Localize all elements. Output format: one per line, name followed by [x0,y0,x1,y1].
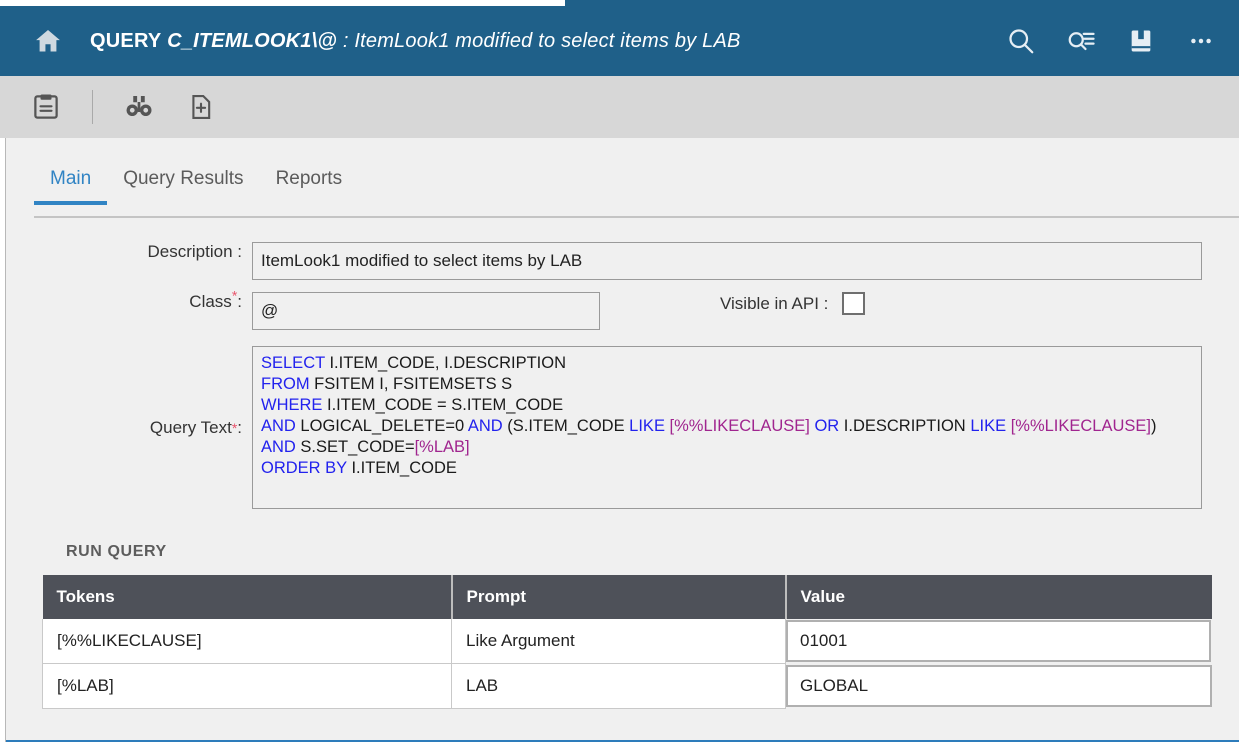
page-title-code: C_ITEMLOOK1\@ [167,30,337,52]
sql-text: LOGICAL_DELETE=0 [296,417,468,435]
sql-keyword: SELECT [261,354,325,372]
description-input[interactable] [252,242,1202,280]
sql-text: I.ITEM_CODE, I.DESCRIPTION [325,354,566,372]
sql-text: S.SET_CODE= [296,438,415,456]
cell-token: [%LAB] [43,664,452,709]
cell-value [786,664,1212,709]
class-label-colon: : [237,292,242,311]
query-text-line: SELECT I.ITEM_CODE, I.DESCRIPTION [261,353,1193,374]
sql-keyword: LIKE [629,417,665,435]
tokens-table-body: [%%LIKECLAUSE]Like Argument[%LAB]LAB [43,619,1212,709]
toolbar-divider [92,90,93,124]
query-text-label-text: Query Text [150,418,232,438]
cell-token: [%%LIKECLAUSE] [43,619,452,664]
sql-keyword: AND [261,438,296,456]
more-options-icon[interactable] [1185,25,1217,57]
sql-text: ) [1151,417,1157,435]
class-label: Class*: [6,292,252,312]
column-header-prompt: Prompt [452,575,786,619]
query-form: Description : Class*: Visible in API : Q… [6,216,1239,509]
run-query-button[interactable]: RUN QUERY [66,543,167,561]
query-text-line: FROM FSITEM I, FSITEMSETS S [261,374,1193,395]
binoculars-icon[interactable] [119,87,159,127]
advanced-search-icon[interactable] [1065,25,1097,57]
column-header-tokens: Tokens [43,575,452,619]
sql-text: (S.ITEM_CODE [503,417,630,435]
token-value-input[interactable] [786,620,1211,662]
cell-prompt: LAB [452,664,786,709]
tab-reports[interactable]: Reports [260,138,359,190]
tab-bar: Main Query Results Reports [6,138,1239,216]
app-header: QUERY C_ITEMLOOK1\@ : ItemLook1 modified… [0,6,1239,76]
tokens-table-header-row: Tokens Prompt Value [43,575,1212,619]
table-row: [%%LIKECLAUSE]Like Argument [43,619,1212,664]
query-text-label: Query Text*: [6,346,252,509]
sql-keyword: WHERE [261,396,322,414]
cell-value [786,619,1212,664]
main-content-panel: Main Query Results Reports Description :… [5,138,1239,742]
sql-token: [%%LIKECLAUSE] [1011,417,1151,435]
page-title-keyword: QUERY [90,30,161,52]
header-actions [1005,25,1217,57]
sql-text: FSITEM I, FSITEMSETS S [310,375,513,393]
tokens-table: Tokens Prompt Value [%%LIKECLAUSE]Like A… [42,575,1212,709]
sql-keyword: FROM [261,375,310,393]
toolbar [0,76,1239,138]
column-header-value: Value [786,575,1212,619]
tab-main[interactable]: Main [34,138,107,190]
tab-bar-underline [34,216,1239,218]
query-text-label-colon: : [237,418,242,438]
sql-keyword: LIKE [970,417,1006,435]
description-label: Description : [6,242,252,262]
bottom-accent-rule [6,740,1239,742]
query-text-row: Query Text*: SELECT I.ITEM_CODE, I.DESCR… [6,346,1239,509]
visible-in-api-label: Visible in API : [720,294,828,314]
sql-token: [%LAB] [415,438,470,456]
query-text-line: AND LOGICAL_DELETE=0 AND (S.ITEM_CODE LI… [261,416,1193,437]
class-row: Class*: Visible in API : [6,292,1239,330]
home-icon[interactable] [30,23,66,59]
sql-keyword: AND [261,417,296,435]
tokens-table-head: Tokens Prompt Value [43,575,1212,619]
table-row: [%LAB]LAB [43,664,1212,709]
class-input[interactable] [252,292,600,330]
query-text-line: AND S.SET_CODE=[%LAB] [261,437,1193,458]
visible-in-api-checkbox[interactable] [842,292,865,315]
cell-prompt: Like Argument [452,619,786,664]
page-title-separator: : [343,30,349,52]
page-title-description: ItemLook1 modified to select items by LA… [354,30,740,52]
sql-text: I.ITEM_CODE = S.ITEM_CODE [322,396,563,414]
sql-keyword: ORDER BY [261,459,347,477]
class-label-text: Class [189,292,232,311]
sql-token: [%%LIKECLAUSE] [670,417,810,435]
visible-in-api-group: Visible in API : [720,292,865,315]
query-text-editor[interactable]: SELECT I.ITEM_CODE, I.DESCRIPTIONFROM FS… [252,346,1202,509]
sql-keyword: OR [814,417,839,435]
sql-keyword: AND [468,417,503,435]
save-icon[interactable] [26,87,66,127]
search-icon[interactable] [1005,25,1037,57]
token-value-input[interactable] [786,665,1212,707]
book-icon[interactable] [1125,25,1157,57]
page-title: QUERY C_ITEMLOOK1\@ : ItemLook1 modified… [90,30,741,53]
description-row: Description : [6,242,1239,280]
new-document-icon[interactable] [181,87,221,127]
sql-text: I.DESCRIPTION [839,417,970,435]
sql-text: I.ITEM_CODE [347,459,457,477]
query-text-line: ORDER BY I.ITEM_CODE [261,458,1193,479]
query-text-line: WHERE I.ITEM_CODE = S.ITEM_CODE [261,395,1193,416]
tab-query-results[interactable]: Query Results [107,138,259,190]
